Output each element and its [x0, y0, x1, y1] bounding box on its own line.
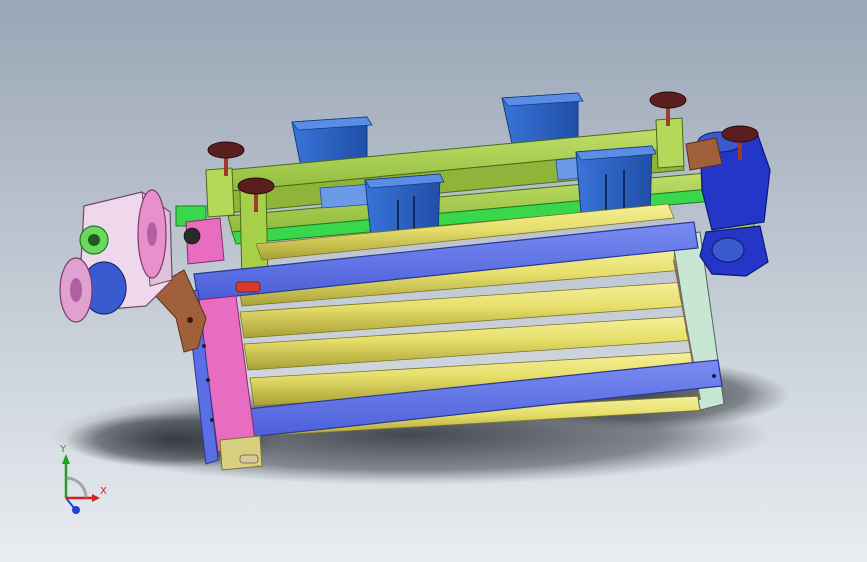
coordinate-triad: Y X — [48, 440, 118, 520]
x-axis-arrow — [92, 494, 100, 502]
cad-graphics-viewport[interactable]: Y X — [0, 0, 867, 562]
y-axis-arrow — [62, 454, 70, 464]
z-axis-line — [65, 497, 75, 509]
x-axis-label: X — [100, 486, 107, 497]
z-axis-tip — [72, 506, 80, 514]
rotation-arc — [65, 476, 88, 499]
y-axis-label: Y — [59, 444, 67, 455]
roller-conveyor-assembly-view[interactable] — [0, 0, 867, 562]
